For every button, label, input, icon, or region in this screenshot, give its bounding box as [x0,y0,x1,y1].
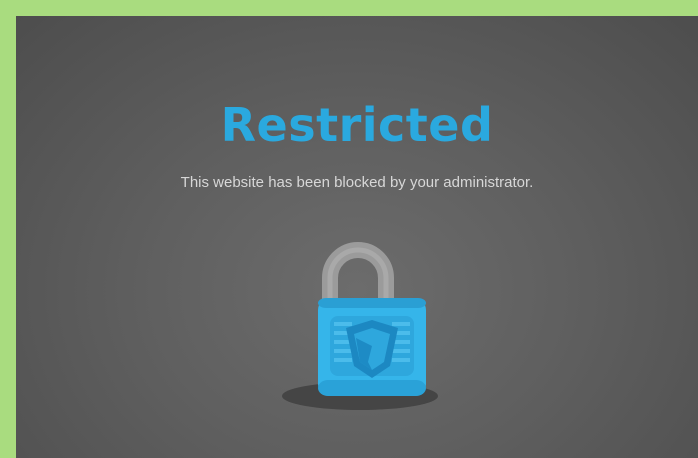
padlock-shield-icon [260,230,450,430]
page-title: Restricted [220,98,494,152]
blocked-page: Restricted This website has been blocked… [16,16,698,458]
block-message: This website has been blocked by your ad… [180,174,534,191]
